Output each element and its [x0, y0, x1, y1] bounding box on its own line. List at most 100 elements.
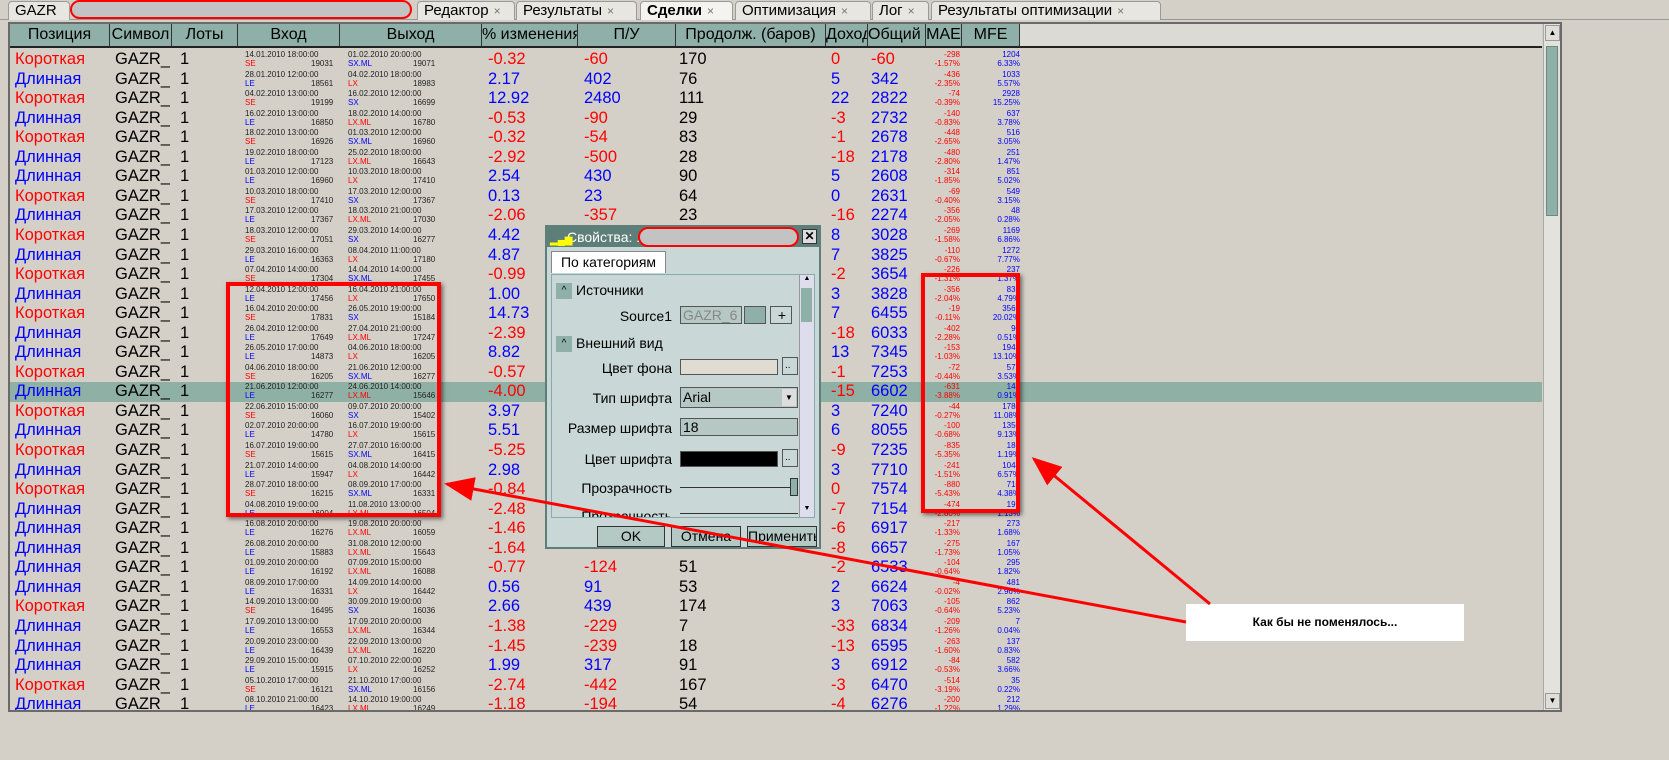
column-header[interactable]: Общий П/У	[868, 24, 926, 46]
close-tab-icon[interactable]: ×	[841, 4, 848, 18]
source1-select-button[interactable]	[744, 306, 766, 324]
tab-5[interactable]: Лог ×	[872, 1, 929, 20]
table-row[interactable]: Длинная GAZR_ 1 01.03.2010 12:00:00 LE 16960 1…	[10, 167, 1542, 187]
tab-3[interactable]: Сделки ×	[640, 1, 733, 20]
column-header[interactable]: Доход / бар	[826, 24, 868, 46]
vertical-scrollbar[interactable]: ▲ ▼	[1543, 24, 1560, 710]
table-row[interactable]: Короткая GAZR_ 1 05.10.2010 17:00:00 SE 16121…	[10, 676, 1542, 696]
transparency-slider[interactable]	[680, 478, 798, 496]
pct-change-cell: -0.53	[488, 108, 526, 127]
mfe-pct: 5.57%	[997, 78, 1020, 88]
table-row[interactable]: Длинная GAZR_ 1 17.03.2010 12:00:00 LE 17367 1…	[10, 206, 1542, 226]
position-cell: Длинная	[15, 69, 82, 88]
close-tab-icon[interactable]: ×	[707, 4, 714, 18]
pct-change-cell: 4.42	[488, 225, 521, 244]
tab-by-category[interactable]: По категориям	[551, 251, 666, 273]
exit-signal: SX	[348, 98, 359, 108]
tab-6[interactable]: Результаты оптимизации ×	[931, 1, 1161, 20]
mfe-pct: 2.96%	[997, 586, 1020, 596]
property-grid-scrollbar[interactable]: ▲ ▼	[799, 275, 814, 517]
symbol-cell: GAZR_	[115, 167, 171, 186]
chevron-down-icon[interactable]: ▼	[782, 389, 796, 406]
column-header[interactable]: П/У	[578, 24, 676, 46]
column-header[interactable]: % изменения	[482, 24, 578, 46]
exit-price: 16088	[413, 567, 436, 577]
column-header[interactable]: MAE	[926, 24, 962, 46]
exit-date: 22.09.2010 13:00:00	[348, 636, 422, 646]
column-header[interactable]: MFE	[962, 24, 1020, 46]
symbol-cell: GAZR_	[115, 147, 171, 166]
exit-signal: LX.ML	[348, 215, 372, 225]
pnl-per-bar-cell: 22	[831, 89, 850, 108]
highlight-box-mae-mfe	[921, 273, 1020, 513]
cancel-button[interactable]: Отмена	[671, 526, 741, 547]
scroll-up-icon[interactable]: ▲	[800, 275, 814, 287]
bg-color-swatch[interactable]	[680, 359, 778, 375]
symbol-cell: GAZR_	[115, 69, 171, 88]
source1-add-button[interactable]: +	[770, 306, 792, 324]
category-appearance[interactable]: ^ Внешний вид	[556, 334, 663, 353]
exit-date: 14.10.2010 19:00:00	[348, 695, 422, 705]
category-sources[interactable]: ^ Источники	[556, 281, 644, 300]
collapse-icon[interactable]: ^	[556, 336, 572, 353]
exit-price: 16036	[413, 606, 436, 616]
font-type-select[interactable]: Arial ▼	[680, 387, 798, 408]
table-row[interactable]: Длинная GAZR_ 1 28.01.2010 12:00:00 LE 18561 0…	[10, 70, 1542, 90]
table-row[interactable]: Короткая GAZR_ 1 10.03.2010 18:00:00 SE 17410…	[10, 187, 1542, 207]
column-header[interactable]: Продолж. (баров)	[676, 24, 826, 46]
pnl-cell: -194	[584, 695, 618, 712]
scroll-up-icon[interactable]: ▲	[1545, 25, 1560, 41]
bg-color-picker-button[interactable]: ..	[782, 357, 798, 375]
cumulative-pnl-cell: 7154	[871, 499, 908, 518]
close-tab-icon[interactable]: ×	[908, 4, 915, 18]
tab-2[interactable]: Результаты ×	[516, 1, 637, 20]
table-row[interactable]: Длинная GAZR_ 1 16.02.2010 13:00:00 LE 16850 1…	[10, 109, 1542, 129]
font-color-swatch[interactable]	[680, 451, 778, 467]
column-header[interactable]: Лоты	[172, 24, 238, 46]
transparency2-slider[interactable]	[680, 513, 798, 514]
source1-field[interactable]: GAZR_6	[680, 306, 742, 324]
scrollbar-thumb[interactable]	[801, 288, 812, 322]
duration-cell: 90	[679, 167, 698, 186]
pnl-cell: -442	[584, 675, 618, 694]
close-tab-icon[interactable]: ×	[607, 4, 614, 18]
column-header[interactable]: Символ	[110, 24, 172, 46]
table-row[interactable]: Длинная GAZR_ 1 08.10.2010 21:00:00 LE 16423 1…	[10, 695, 1542, 712]
close-tab-icon[interactable]: ×	[494, 4, 501, 18]
scroll-down-icon[interactable]: ▼	[1545, 693, 1560, 709]
entry-price: 16439	[311, 645, 334, 655]
table-row[interactable]: Короткая GAZR_ 1 14.01.2010 18:00:00 SE 19031…	[10, 50, 1542, 70]
font-color-picker-button[interactable]: ..	[782, 449, 798, 467]
column-header[interactable]: Позиция	[10, 24, 110, 46]
pnl-cell: -500	[584, 147, 618, 166]
scroll-down-icon[interactable]: ▼	[800, 505, 814, 517]
column-header[interactable]: Вход	[238, 24, 340, 46]
close-icon[interactable]: ✕	[802, 229, 817, 244]
tab-1[interactable]: Редактор ×	[417, 1, 515, 20]
collapse-icon[interactable]: ^	[556, 283, 572, 300]
table-row[interactable]: Длинная GAZR_ 1 29.09.2010 15:00:00 LE 15915 0…	[10, 656, 1542, 676]
close-tab-icon[interactable]: ×	[1117, 4, 1124, 18]
ok-button[interactable]: OK	[597, 526, 665, 547]
cumulative-pnl-cell: 3828	[871, 284, 908, 303]
scrollbar-thumb[interactable]	[1546, 46, 1558, 216]
mfe-pct: 0.83%	[997, 645, 1020, 655]
symbol-cell: GAZR_	[115, 89, 171, 108]
tab-0[interactable]: GAZR	[8, 1, 70, 20]
table-row[interactable]: Длинная GAZR_ 1 08.09.2010 17:00:00 LE 16331 1…	[10, 578, 1542, 598]
table-row[interactable]: Короткая GAZR_ 1 18.02.2010 13:00:00 SE 16926…	[10, 128, 1542, 148]
font-size-field[interactable]: 18	[680, 418, 798, 436]
tab-4[interactable]: Оптимизация ×	[735, 1, 871, 20]
mfe-pct: 3.78%	[997, 117, 1020, 127]
table-row[interactable]: Длинная GAZR_ 1 19.02.2010 18:00:00 LE 17123 2…	[10, 148, 1542, 168]
entry-price: 16926	[311, 137, 334, 147]
table-row[interactable]: Длинная GAZR_ 1 01.09.2010 20:00:00 LE 16192 0…	[10, 558, 1542, 578]
dialog-title-bar[interactable]: ▂▄▆ Свойства: . ✕	[547, 227, 819, 247]
table-row[interactable]: Короткая GAZR_ 1 04.02.2010 13:00:00 SE 19199…	[10, 89, 1542, 109]
apply-button[interactable]: Применить	[747, 526, 817, 547]
entry-price: 17410	[311, 195, 334, 205]
exit-price: 16156	[413, 684, 436, 694]
slider-handle[interactable]	[790, 478, 798, 496]
exit-signal: SX.ML	[348, 137, 373, 147]
column-header[interactable]: Выход	[340, 24, 482, 46]
